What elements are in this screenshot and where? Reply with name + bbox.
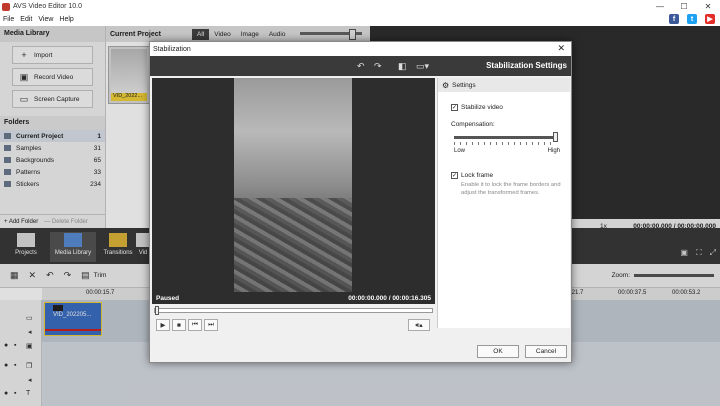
dialog-title: Stabilization <box>153 45 191 53</box>
previous-frame-button[interactable]: ⏮ <box>188 319 202 331</box>
close-window-button[interactable]: ✕ <box>696 0 720 13</box>
volume-button[interactable]: 🔊︎▴ <box>408 319 430 331</box>
speaker-icon: 🔊︎▴ <box>415 321 423 329</box>
video-preview <box>152 78 435 292</box>
menu-edit[interactable]: Edit <box>20 16 32 23</box>
slider-range-labels: Low High <box>454 148 560 154</box>
compensation-slider[interactable] <box>454 132 558 142</box>
stop-button[interactable]: ■ <box>172 319 186 331</box>
gear-icon: ⚙ <box>442 80 450 90</box>
seek-bar[interactable] <box>154 306 433 315</box>
playback-status: Paused <box>156 294 180 302</box>
facebook-icon[interactable]: f <box>669 14 679 24</box>
playback-status-bar: Paused 00:00:00.000 / 00:00:16.305 <box>152 292 435 304</box>
play-button[interactable]: ▶ <box>156 319 170 331</box>
menu-bar: File Edit View Help f t ▶ <box>0 13 720 26</box>
undo-icon[interactable]: ↶ <box>357 61 365 72</box>
stabilization-dialog: Stabilization ✕ ↶ ↷ ◧ ▭▾ Stabilization S… <box>149 41 572 363</box>
split-view-icon[interactable]: ◧ <box>398 61 407 72</box>
settings-header: ⚙ Settings <box>438 78 570 92</box>
slider-ticks <box>454 142 556 145</box>
social-links: f t ▶ <box>666 14 718 24</box>
stabilize-video-checkbox[interactable]: ✓ Stabilize video <box>438 104 570 111</box>
redo-icon[interactable]: ↷ <box>374 61 382 72</box>
ok-button[interactable]: OK <box>477 345 519 358</box>
dialog-toolbar: ↶ ↷ ◧ ▭▾ Stabilization Settings <box>150 56 571 76</box>
title-bar: AVS Video Editor 10.0 — ☐ ✕ <box>0 0 720 13</box>
lock-frame-label: Lock frame <box>461 172 494 179</box>
settings-title: Settings <box>452 81 476 89</box>
checkbox-box[interactable]: ✓ <box>451 172 458 179</box>
menu-help[interactable]: Help <box>59 16 73 23</box>
app-logo-icon <box>2 2 10 11</box>
stabilization-settings-title: Stabilization Settings <box>486 61 567 70</box>
twitter-icon[interactable]: t <box>687 14 697 24</box>
lock-frame-hint: Enable it to lock the frame borders and … <box>461 182 561 196</box>
display-mode-icon[interactable]: ▭▾ <box>416 61 429 72</box>
playback-controls: ▶ ■ ⏮ ⏭ <box>156 319 218 331</box>
dialog-close-button[interactable]: ✕ <box>557 43 565 54</box>
stabilize-video-label: Stabilize video <box>461 104 503 111</box>
low-label: Low <box>454 148 466 154</box>
compensation-label: Compensation: <box>451 121 495 128</box>
settings-panel: ⚙ Settings ✓ Stabilize video Compensatio… <box>437 78 570 328</box>
maximize-button[interactable]: ☐ <box>672 0 696 13</box>
high-label: High <box>547 148 560 154</box>
lock-frame-checkbox[interactable]: ✓ Lock frame <box>438 172 570 179</box>
video-frame-rocks <box>234 198 352 292</box>
next-frame-button[interactable]: ⏭ <box>204 319 218 331</box>
menu-view[interactable]: View <box>38 16 53 23</box>
youtube-icon[interactable]: ▶ <box>705 14 715 24</box>
menu-file[interactable]: File <box>3 16 14 23</box>
checkbox-box[interactable]: ✓ <box>451 104 458 111</box>
app-title: AVS Video Editor 10.0 <box>13 3 83 10</box>
window-controls: — ☐ ✕ <box>648 0 720 13</box>
minimize-button[interactable]: — <box>648 0 672 13</box>
playback-time: 00:00:00.000 / 00:00:16.305 <box>348 294 431 302</box>
compensation-slider-handle[interactable] <box>553 132 558 142</box>
cancel-button[interactable]: Cancel <box>525 345 567 358</box>
seek-handle[interactable] <box>155 306 159 315</box>
video-frame <box>234 78 352 292</box>
dialog-titlebar: Stabilization <box>150 42 571 56</box>
